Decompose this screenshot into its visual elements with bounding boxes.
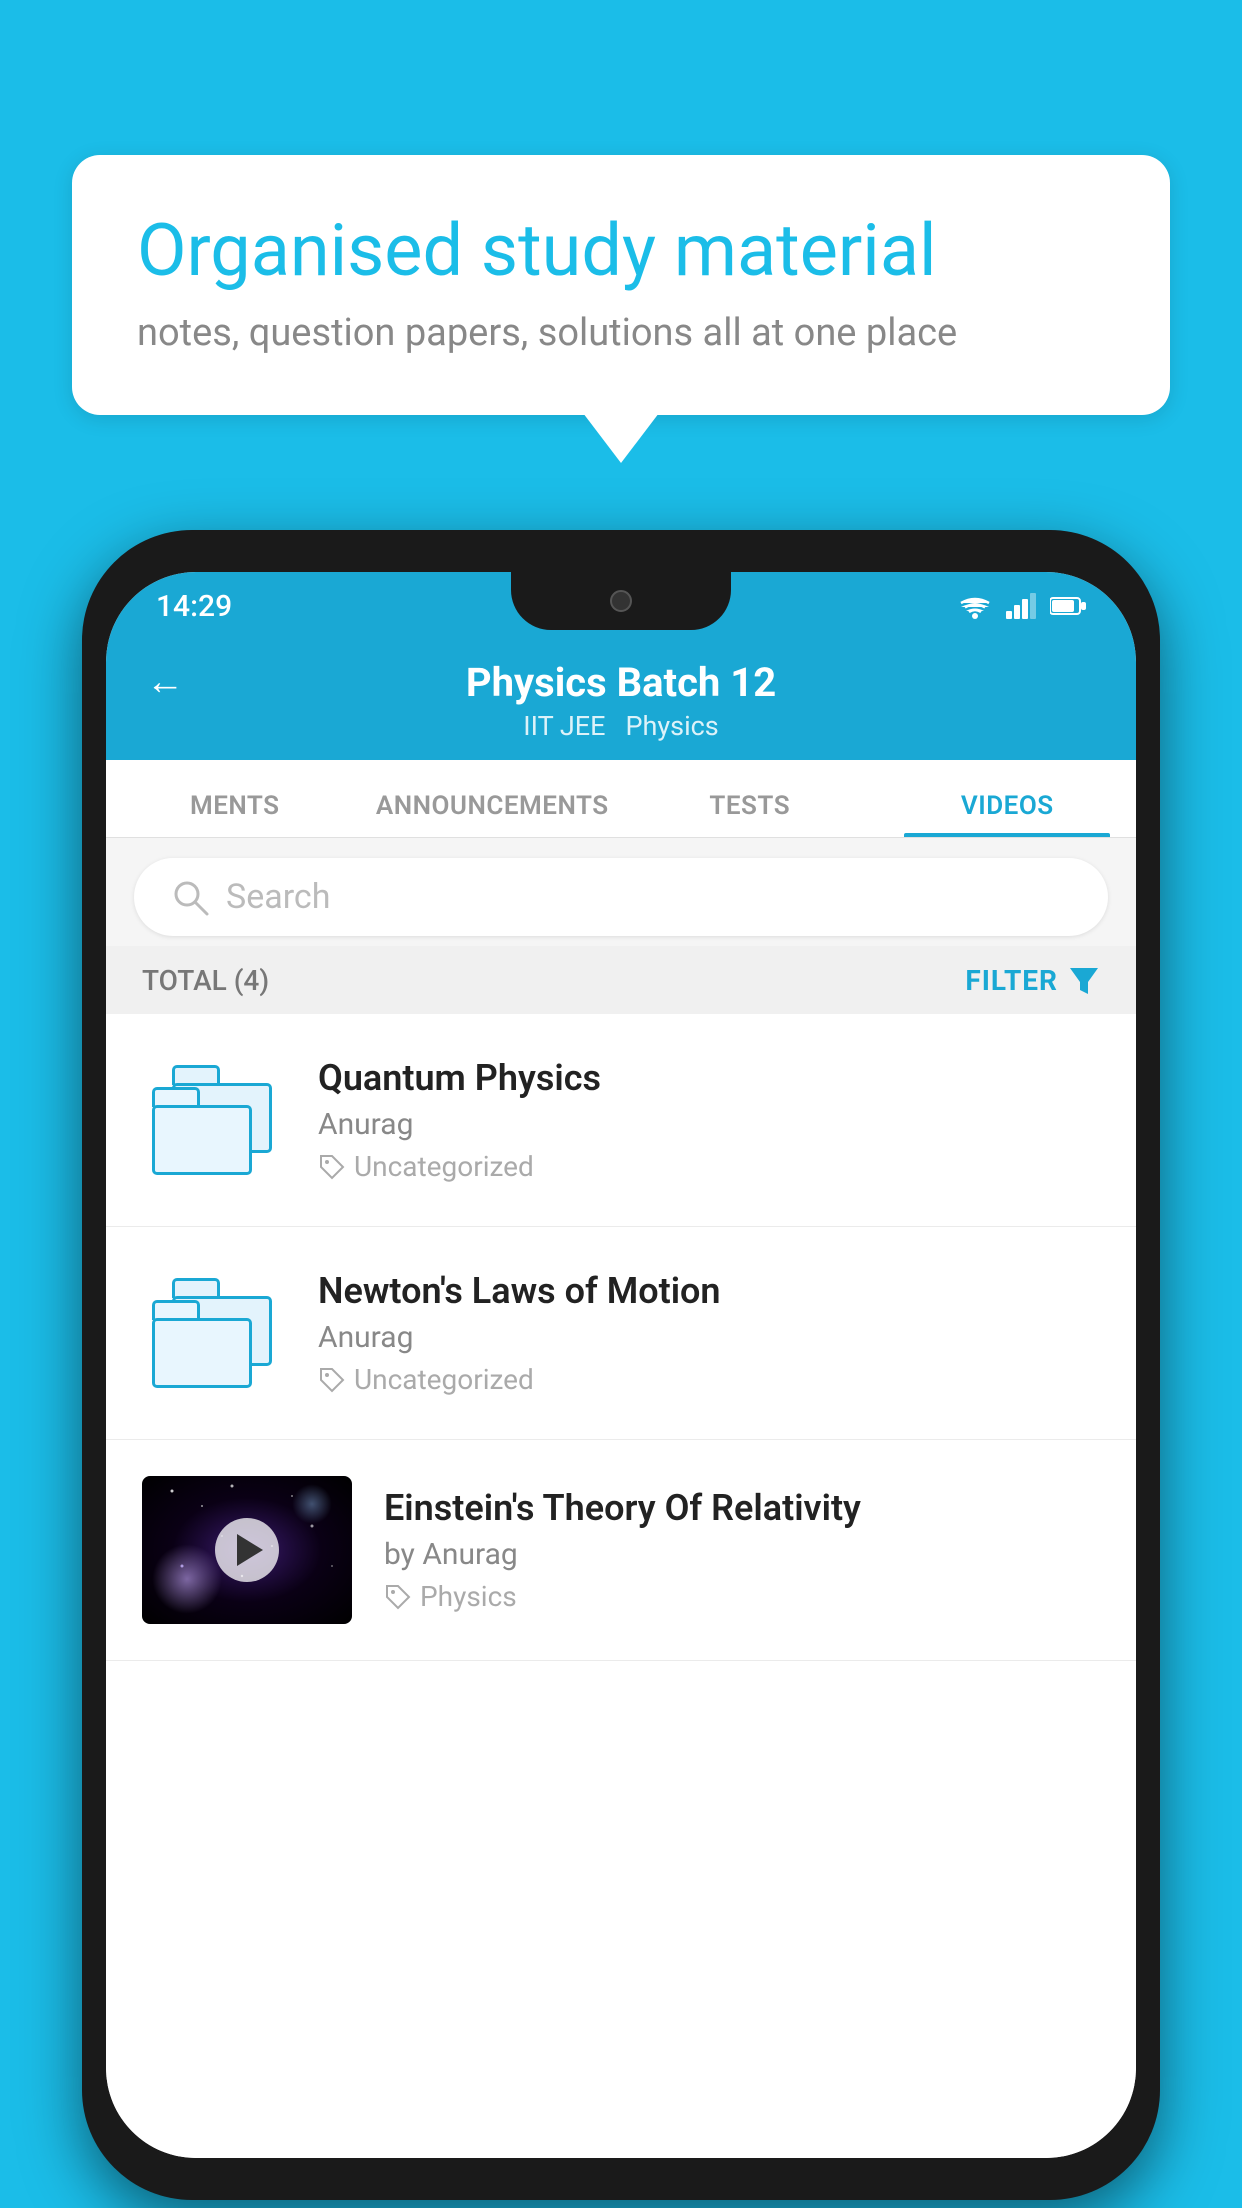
search-bar[interactable]: Search	[134, 858, 1108, 936]
search-container: Search	[106, 838, 1136, 956]
subtitle-physics: Physics	[625, 710, 718, 742]
filter-label: FILTER	[965, 964, 1058, 997]
bubble-subtitle: notes, question papers, solutions all at…	[137, 311, 1105, 355]
tag-label: Uncategorized	[354, 1363, 534, 1396]
phone-notch	[511, 572, 731, 630]
video-author: Anurag	[318, 1320, 1100, 1355]
tag-icon	[384, 1583, 412, 1611]
tag-label: Uncategorized	[354, 1150, 534, 1183]
phone-screen: 14:29	[106, 572, 1136, 2158]
status-time: 14:29	[156, 589, 232, 624]
tab-bar: MENTS ANNOUNCEMENTS TESTS VIDEOS	[106, 760, 1136, 838]
speech-bubble: Organised study material notes, question…	[72, 155, 1170, 415]
app-header: ← Physics Batch 12 IIT JEE Physics	[106, 640, 1136, 760]
status-icons	[958, 593, 1086, 619]
video-folder-icon	[142, 1263, 282, 1403]
camera-icon	[610, 590, 632, 612]
search-icon	[170, 877, 210, 917]
bubble-title: Organised study material	[137, 210, 1105, 293]
play-icon	[237, 1534, 263, 1566]
video-tag: Physics	[384, 1580, 1100, 1613]
video-info: Einstein's Theory Of Relativity by Anura…	[384, 1487, 1100, 1613]
video-title: Quantum Physics	[318, 1057, 1100, 1099]
tab-ments[interactable]: MENTS	[106, 791, 364, 837]
tag-label: Physics	[420, 1580, 517, 1613]
video-title: Newton's Laws of Motion	[318, 1270, 1100, 1312]
back-button[interactable]: ←	[146, 660, 184, 704]
video-folder-icon	[142, 1050, 282, 1190]
video-title: Einstein's Theory Of Relativity	[384, 1487, 1100, 1529]
signal-icon	[1006, 593, 1036, 619]
filter-icon	[1068, 964, 1100, 996]
list-item[interactable]: Newton's Laws of Motion Anurag Uncategor…	[106, 1227, 1136, 1440]
video-thumbnail	[142, 1476, 352, 1624]
folder-stack-icon	[152, 1065, 272, 1175]
video-info: Quantum Physics Anurag Uncategorized	[318, 1057, 1100, 1183]
video-author: by Anurag	[384, 1537, 1100, 1572]
video-tag: Uncategorized	[318, 1363, 1100, 1396]
filter-button[interactable]: FILTER	[965, 964, 1100, 997]
total-count: TOTAL (4)	[142, 964, 269, 997]
play-button-overlay[interactable]	[142, 1476, 352, 1624]
tab-videos[interactable]: VIDEOS	[879, 791, 1137, 837]
filter-row: TOTAL (4) FILTER	[106, 946, 1136, 1014]
video-tag: Uncategorized	[318, 1150, 1100, 1183]
play-button[interactable]	[215, 1518, 279, 1582]
video-author: Anurag	[318, 1107, 1100, 1142]
header-subtitle: IIT JEE Physics	[523, 710, 718, 742]
page-title: Physics Batch 12	[466, 659, 776, 706]
wifi-icon	[958, 593, 992, 619]
subtitle-iitjee: IIT JEE	[523, 710, 605, 742]
tab-tests[interactable]: TESTS	[621, 791, 879, 837]
tab-announcements[interactable]: ANNOUNCEMENTS	[364, 791, 622, 837]
battery-icon	[1050, 595, 1086, 617]
phone-frame: 14:29	[82, 530, 1160, 2200]
header-row: ← Physics Batch 12	[106, 659, 1136, 706]
folder-stack-icon	[152, 1278, 272, 1388]
video-list: Quantum Physics Anurag Uncategorized	[106, 1014, 1136, 2158]
tag-icon	[318, 1153, 346, 1181]
video-info: Newton's Laws of Motion Anurag Uncategor…	[318, 1270, 1100, 1396]
list-item[interactable]: Quantum Physics Anurag Uncategorized	[106, 1014, 1136, 1227]
tag-icon	[318, 1366, 346, 1394]
list-item[interactable]: Einstein's Theory Of Relativity by Anura…	[106, 1440, 1136, 1661]
search-placeholder: Search	[226, 877, 330, 917]
